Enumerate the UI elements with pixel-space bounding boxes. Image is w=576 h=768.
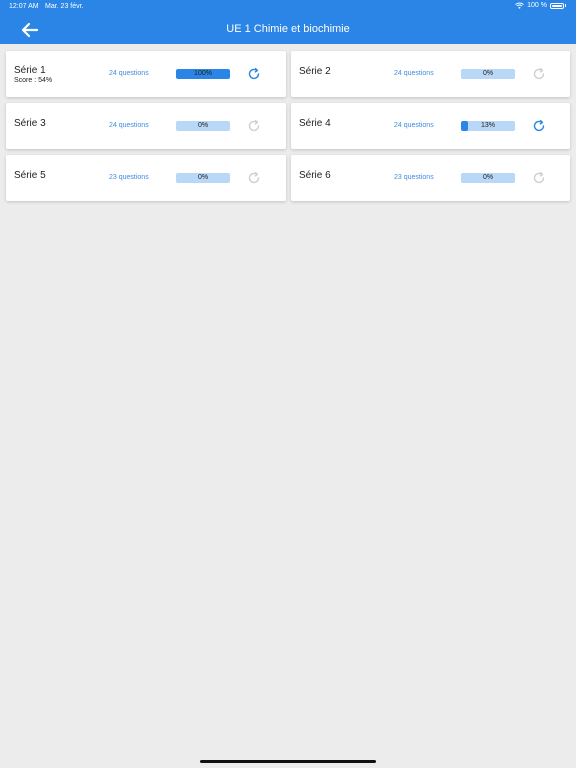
serie-card[interactable]: Série 3 24 questions 0% [6, 103, 286, 149]
wifi-icon [515, 2, 524, 9]
refresh-icon[interactable] [247, 171, 261, 185]
battery-percent: 100 % [527, 2, 547, 9]
battery-icon [550, 2, 564, 9]
serie-name: Série 1 [14, 65, 46, 76]
question-count: 24 questions [394, 122, 434, 129]
serie-name: Série 6 [299, 170, 331, 181]
battery-tip [565, 4, 566, 7]
status-date: Mar. 23 févr. [45, 3, 84, 10]
question-count: 24 questions [109, 122, 149, 129]
serie-score: Score : 54% [14, 77, 53, 84]
serie-name: Série 5 [14, 170, 46, 181]
serie-card[interactable]: Série 6 23 questions 0% [291, 155, 570, 201]
progress-bar: 100% [176, 69, 230, 79]
progress-label: 0% [482, 174, 494, 181]
serie-card[interactable]: Série 5 23 questions 0% [6, 155, 286, 201]
serie-name: Série 3 [14, 118, 46, 129]
progress-label: 0% [482, 70, 494, 77]
home-indicator[interactable] [200, 760, 376, 763]
progress-bar: 0% [461, 173, 515, 183]
serie-card[interactable]: Série 1 Score : 54% 24 questions 100% [6, 51, 286, 97]
page-title: UE 1 Chimie et biochimie [226, 23, 350, 35]
refresh-icon[interactable] [532, 67, 546, 81]
progress-label: 0% [197, 174, 209, 181]
serie-name: Série 4 [299, 118, 331, 129]
progress-bar: 0% [176, 173, 230, 183]
progress-label: 0% [197, 122, 209, 129]
serie-card[interactable]: Série 4 24 questions 13% [291, 103, 570, 149]
question-count: 24 questions [109, 70, 149, 77]
series-grid: Série 1 Score : 54% 24 questions 100% Sé… [6, 51, 570, 201]
refresh-icon[interactable] [247, 119, 261, 133]
serie-name: Série 2 [299, 66, 331, 77]
progress-bar: 0% [461, 69, 515, 79]
progress-label: 100% [194, 70, 212, 77]
refresh-icon[interactable] [532, 171, 546, 185]
progress-bar: 0% [176, 121, 230, 131]
question-count: 23 questions [394, 174, 434, 181]
question-count: 24 questions [394, 70, 434, 77]
refresh-icon[interactable] [247, 67, 261, 81]
status-time: 12:07 AM [9, 3, 39, 10]
progress-label: 13% [480, 122, 495, 129]
serie-card[interactable]: Série 2 24 questions 0% [291, 51, 570, 97]
app-header: 12:07 AM Mar. 23 févr. 100 % UE 1 Chimie… [0, 0, 576, 44]
status-indicators: 100 % [515, 2, 566, 9]
status-bar: 12:07 AM Mar. 23 févr. 100 % [0, 0, 576, 13]
progress-bar: 13% [461, 121, 515, 131]
question-count: 23 questions [109, 174, 149, 181]
refresh-icon[interactable] [532, 119, 546, 133]
